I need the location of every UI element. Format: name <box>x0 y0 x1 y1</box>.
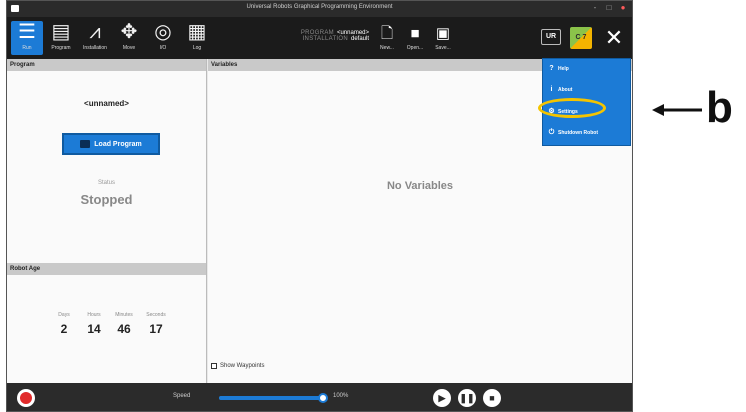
save-button[interactable]: ▣ Save... <box>431 25 455 55</box>
menu-item-help[interactable]: ? Help <box>548 65 568 72</box>
speed-value: 100% <box>333 393 349 399</box>
new-button[interactable]: 🗋 New... <box>375 25 399 55</box>
maximize-button[interactable]: □ <box>604 3 614 13</box>
age-days: Days 2 <box>58 312 70 336</box>
tab-log[interactable]: ▦ Log <box>181 21 213 55</box>
step-button[interactable]: ❚❚ <box>458 389 476 407</box>
manual-mode-badge[interactable]: UR <box>541 29 561 45</box>
window-title: Universal Robots Graphical Programming E… <box>246 4 393 10</box>
installation-value: default <box>350 36 369 42</box>
status-label: Status <box>97 180 115 186</box>
tab-installation[interactable]: ⩘ Installation <box>79 21 111 55</box>
close-button[interactable]: ● <box>618 3 628 13</box>
robot-age-section: Robot Age Days 2 Hours 14 Minutes 46 Sec… <box>7 263 206 383</box>
installation-key: INSTALLATION <box>302 36 348 42</box>
footer-bar: Speed 100% ▶ ❚❚ ■ <box>7 383 632 411</box>
safety-checksum-badge[interactable]: C 7 <box>570 27 592 49</box>
speed-slider-fill <box>219 396 323 400</box>
speed-label: Speed <box>173 393 191 399</box>
ur-logo-icon: ☰ <box>18 21 36 43</box>
open-button[interactable]: ■ Open... <box>403 25 427 55</box>
settings-highlight-ring <box>538 98 606 118</box>
tab-move[interactable]: ✥ Move <box>113 21 145 55</box>
stop-button[interactable]: ■ <box>483 389 501 407</box>
age-seconds: Seconds 17 <box>146 312 166 336</box>
checkbox-icon[interactable] <box>211 363 217 369</box>
installation-icon: ⩘ <box>89 21 101 43</box>
info-icon: i <box>550 86 553 93</box>
save-icon: ▣ <box>435 25 451 42</box>
menu-item-shutdown[interactable]: ⏻ Shutdown Robot <box>548 129 598 136</box>
load-program-button[interactable]: Load Program <box>62 133 160 155</box>
power-icon: ⏻ <box>548 129 555 136</box>
help-icon: ? <box>549 65 554 72</box>
no-variables-text: No Variables <box>386 180 454 192</box>
tab-io[interactable]: ◎ I/O <box>147 21 179 55</box>
status-value: Stopped <box>80 192 133 207</box>
header-toolbar: ☰ Run ▤ Program ⩘ Installation ✥ Move ◎ … <box>7 17 632 59</box>
power-button[interactable] <box>17 389 35 407</box>
tab-program[interactable]: ▤ Program <box>45 21 77 55</box>
program-icon: ▤ <box>51 21 71 43</box>
left-panel: Program <unnamed> Load Program Status St… <box>7 59 207 383</box>
title-bar: Universal Robots Graphical Programming E… <box>7 1 632 17</box>
program-name: <unnamed> <box>84 99 129 108</box>
show-waypoints-checkbox[interactable]: Show Waypoints <box>211 363 264 369</box>
age-hours: Hours 14 <box>87 312 101 336</box>
io-icon: ◎ <box>154 21 172 43</box>
app-window: Universal Robots Graphical Programming E… <box>6 0 633 412</box>
speed-slider[interactable] <box>219 393 328 403</box>
power-status-icon <box>20 392 32 404</box>
annotation-arrow-icon <box>652 104 702 116</box>
load-program-label: Load Program <box>94 140 142 148</box>
play-button[interactable]: ▶ <box>433 389 451 407</box>
annotation-label: b <box>706 83 733 132</box>
tab-run[interactable]: ☰ Run <box>11 21 43 55</box>
program-panel-header: Program <box>7 59 206 71</box>
show-waypoints-label: Show Waypoints <box>220 363 265 369</box>
menu-item-about[interactable]: i About <box>548 86 573 93</box>
folder-icon <box>80 140 91 148</box>
robot-age-header: Robot Age <box>7 263 206 275</box>
speed-slider-handle[interactable] <box>318 393 328 403</box>
minimize-button[interactable]: - <box>590 3 600 13</box>
new-file-icon: 🗋 <box>380 25 394 42</box>
close-menu-icon[interactable]: ✕ <box>603 25 625 51</box>
log-icon: ▦ <box>187 21 207 43</box>
folder-icon: ■ <box>410 25 420 42</box>
program-info: PROGRAM <unnamed> INSTALLATION default <box>279 30 369 42</box>
move-icon: ✥ <box>120 21 138 43</box>
age-minutes: Minutes 46 <box>115 312 133 336</box>
